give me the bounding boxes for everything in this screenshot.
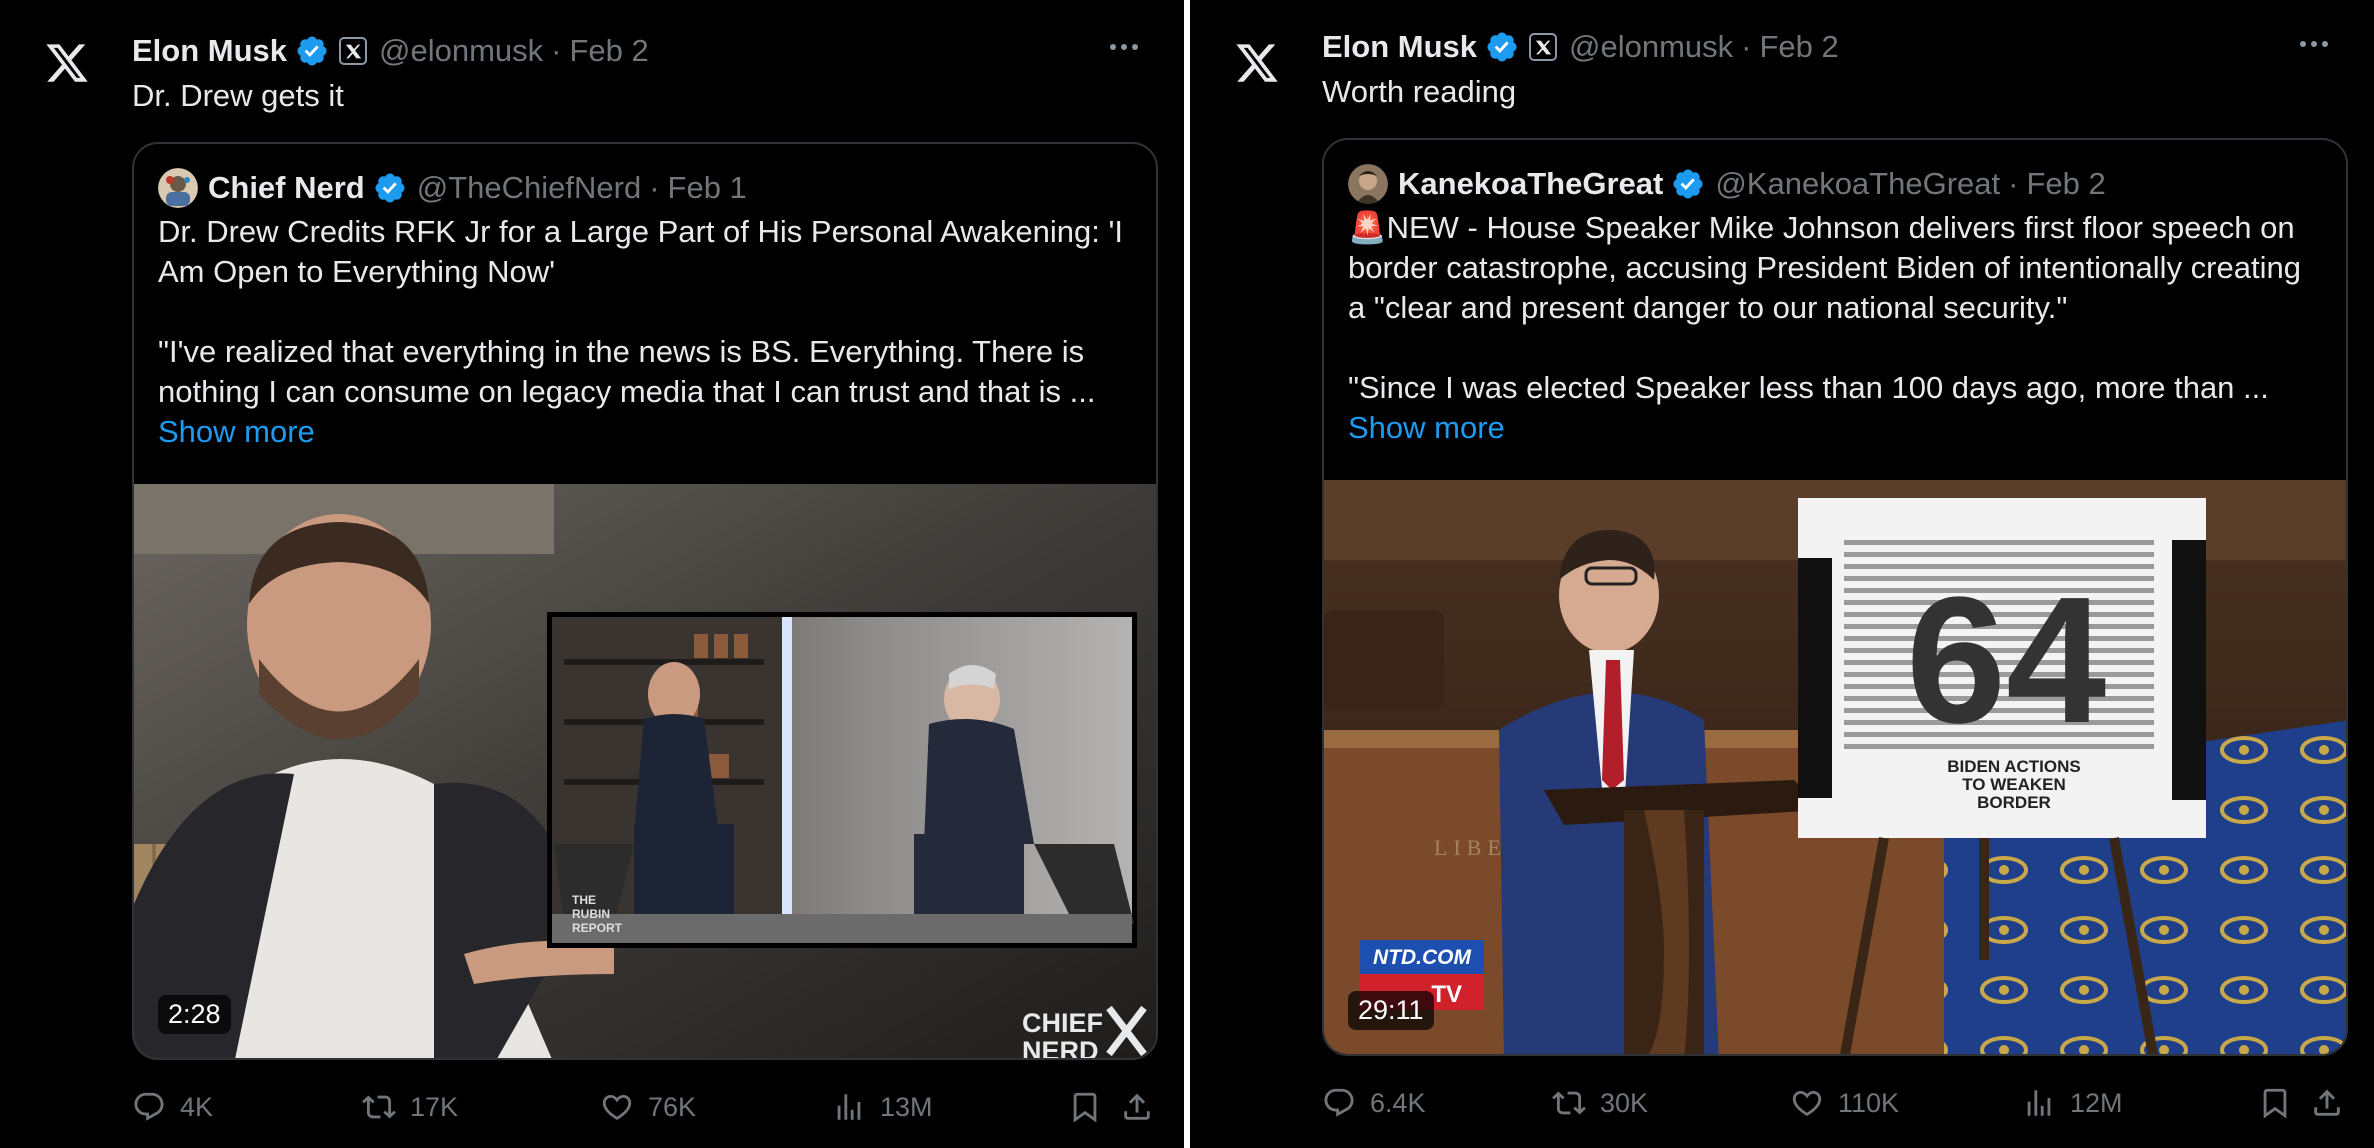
video-thumbnail: THE RUBIN REPORT CHIEF NERD — [134, 484, 1156, 1058]
reply-count: 6.4K — [1370, 1087, 1426, 1118]
share-button[interactable] — [2310, 1086, 2344, 1120]
svg-text:THE: THE — [572, 893, 596, 907]
separator-dot: · — [551, 33, 562, 68]
tweet-text: Dr. Drew gets it — [132, 78, 344, 113]
verified-badge-icon — [297, 36, 327, 66]
like-button[interactable]: 76K — [600, 1090, 696, 1124]
x-affiliation-icon — [339, 37, 368, 65]
retweet-icon — [1552, 1091, 1586, 1115]
svg-text:CHIEF: CHIEF — [1022, 1008, 1103, 1038]
views-button[interactable]: 12M — [2022, 1086, 2123, 1120]
verified-badge-icon — [1487, 32, 1517, 62]
quote-paragraph-2: "Since I was elected Speaker less than 1… — [1348, 370, 2269, 405]
quote-author-name[interactable]: Chief Nerd — [208, 170, 365, 206]
video-duration: 2:28 — [158, 995, 231, 1034]
quote-date[interactable]: Feb 1 — [668, 170, 747, 206]
ntd-logo-sub: TV — [1431, 981, 1462, 1008]
retweet-button[interactable]: 30K — [1552, 1086, 1648, 1120]
x-logo-icon[interactable] — [1234, 40, 1280, 86]
tweet-actions: 4K 17K 76K 13M — [132, 1082, 1158, 1132]
more-options-icon[interactable] — [1104, 27, 1144, 67]
reply-icon — [134, 1092, 164, 1121]
tweet-date[interactable]: Feb 2 — [1760, 29, 1839, 65]
quote-author-name[interactable]: KanekoaTheGreat — [1398, 166, 1663, 202]
retweet-icon — [362, 1095, 396, 1119]
svg-text:BORDER: BORDER — [1977, 793, 2051, 812]
video-player[interactable]: LIBERTY — [1324, 480, 2346, 1054]
tweet-text: Worth reading — [1322, 74, 1517, 109]
quote-header: Chief Nerd @TheChiefNerd · Feb 1 — [158, 166, 747, 210]
views-count: 13M — [880, 1091, 933, 1122]
poster-number: 64 — [1906, 560, 2106, 761]
avatar[interactable] — [1348, 164, 1388, 204]
retweet-count: 17K — [410, 1091, 459, 1122]
reply-icon — [1324, 1088, 1354, 1117]
quote-paragraph-1: 🚨NEW - House Speaker Mike Johnson delive… — [1348, 210, 2301, 325]
quote-text: Dr. Drew Credits RFK Jr for a Large Part… — [158, 212, 1132, 452]
share-icon — [1124, 1093, 1150, 1120]
quoted-tweet[interactable]: Chief Nerd @TheChiefNerd · Feb 1 Dr. Dre… — [132, 142, 1158, 1060]
verified-badge-icon — [1673, 169, 1703, 199]
reply-button[interactable]: 4K — [132, 1090, 213, 1124]
views-chart-icon — [2027, 1090, 2051, 1116]
separator-dot: · — [1741, 29, 1752, 64]
reply-count: 4K — [180, 1091, 214, 1122]
video-duration: 29:11 — [1348, 991, 1434, 1030]
separator-dot: · — [2008, 166, 2019, 201]
tweet-header: Elon Musk @elonmusk · Feb 2 — [1322, 24, 2334, 70]
like-count: 110K — [1838, 1087, 1900, 1118]
video-thumbnail: LIBERTY — [1324, 480, 2346, 1054]
heart-icon — [602, 1094, 632, 1120]
author-name[interactable]: Elon Musk — [132, 33, 287, 69]
show-more-link[interactable]: Show more — [158, 412, 1132, 452]
like-button[interactable]: 110K — [1790, 1086, 1899, 1120]
ntd-logo-text: NTD.COM — [1373, 946, 1471, 969]
bookmark-button[interactable] — [1068, 1090, 1102, 1124]
quote-paragraph-2: "I've realized that everything in the ne… — [158, 334, 1096, 409]
like-count: 76K — [648, 1091, 697, 1122]
x-logo-icon[interactable] — [44, 40, 90, 86]
x-affiliation-icon — [1529, 33, 1558, 61]
verified-badge-icon — [375, 173, 405, 203]
quote-text: 🚨NEW - House Speaker Mike Johnson delive… — [1348, 208, 2322, 448]
views-count: 12M — [2070, 1087, 2123, 1118]
separator-dot: · — [649, 170, 660, 205]
quote-date[interactable]: Feb 2 — [2026, 166, 2105, 202]
heart-icon — [1792, 1090, 1822, 1116]
svg-text:TO WEAKEN: TO WEAKEN — [1962, 775, 2066, 794]
tweet-actions: 6.4K 30K 110K 12M — [1322, 1078, 2348, 1128]
share-button[interactable] — [1120, 1090, 1154, 1124]
views-button[interactable]: 13M — [832, 1090, 933, 1124]
views-chart-icon — [837, 1094, 861, 1120]
bookmark-button[interactable] — [2258, 1086, 2292, 1120]
retweet-button[interactable]: 17K — [362, 1090, 458, 1124]
more-options-icon[interactable] — [2294, 24, 2334, 64]
quote-header: KanekoaTheGreat @KanekoaTheGreat · Feb 2 — [1348, 162, 2106, 206]
quoted-tweet[interactable]: KanekoaTheGreat @KanekoaTheGreat · Feb 2… — [1322, 138, 2348, 1056]
share-icon — [2314, 1089, 2340, 1116]
tweet-panel-left: Elon Musk @elonmusk · Feb 2 Dr. Drew get… — [0, 0, 1184, 1148]
author-name[interactable]: Elon Musk — [1322, 29, 1477, 65]
svg-text:BIDEN ACTIONS: BIDEN ACTIONS — [1947, 757, 2081, 776]
quote-paragraph-1: Dr. Drew Credits RFK Jr for a Large Part… — [158, 214, 1123, 289]
show-more-link[interactable]: Show more — [1348, 408, 2322, 448]
quote-author-handle[interactable]: @KanekoaTheGreat — [1715, 166, 2000, 202]
bookmark-icon — [2263, 1088, 2287, 1119]
svg-text:NERD: NERD — [1022, 1036, 1099, 1058]
svg-text:RUBIN: RUBIN — [572, 907, 610, 921]
author-handle[interactable]: @elonmusk — [1569, 29, 1733, 65]
tweet-date[interactable]: Feb 2 — [570, 33, 649, 69]
reply-button[interactable]: 6.4K — [1322, 1086, 1426, 1120]
retweet-count: 30K — [1600, 1087, 1649, 1118]
bookmark-icon — [1073, 1092, 1097, 1123]
tweet-header: Elon Musk @elonmusk · Feb 2 — [132, 28, 1144, 74]
video-player[interactable]: THE RUBIN REPORT CHIEF NERD 2:28 — [134, 484, 1156, 1058]
svg-text:REPORT: REPORT — [572, 921, 623, 935]
quote-author-handle[interactable]: @TheChiefNerd — [417, 170, 641, 206]
author-handle[interactable]: @elonmusk — [379, 33, 543, 69]
avatar[interactable] — [158, 168, 198, 208]
tweet-panel-right: Elon Musk @elonmusk · Feb 2 Worth readin… — [1190, 0, 2374, 1148]
